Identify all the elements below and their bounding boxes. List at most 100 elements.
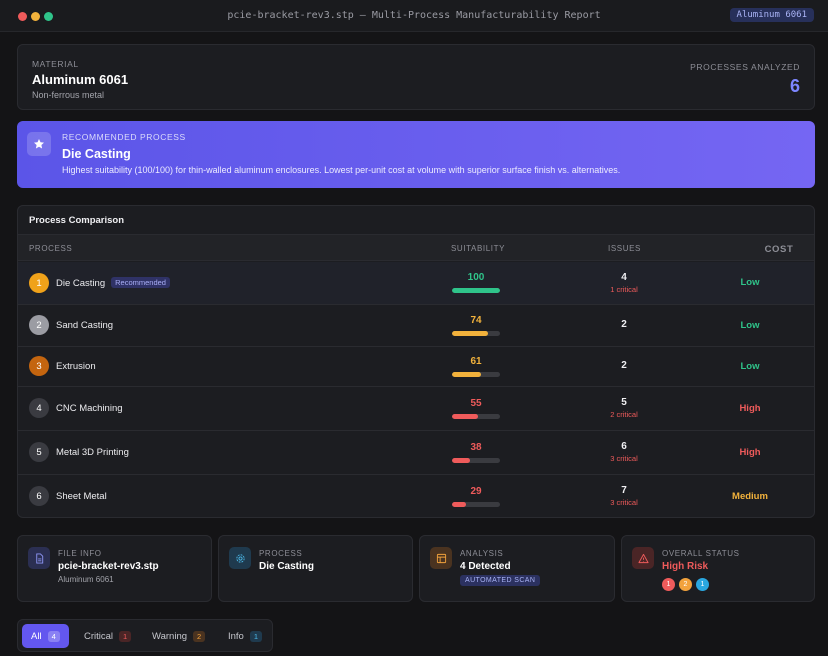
- cost-rating: Medium: [732, 491, 768, 502]
- suitability-score: 29: [470, 486, 482, 497]
- filter-tab-info[interactable]: Info 1: [219, 624, 271, 648]
- suitability-score: 38: [470, 442, 482, 453]
- analysis-card: ANALYSIS 4 Detected AUTOMATED SCAN: [419, 535, 615, 602]
- filter-label: Info: [228, 630, 244, 642]
- overall-status-label: OVERALL STATUS: [662, 549, 740, 558]
- file-name: pcie-bracket-rev3.stp: [58, 561, 159, 572]
- warning-count-dot: 2: [679, 578, 692, 591]
- rank-badge: 2: [29, 315, 49, 335]
- recommendation-card: RECOMMENDED PROCESS Die Casting Highest …: [17, 121, 815, 188]
- document-icon: [28, 547, 50, 569]
- material-name: Aluminum 6061: [32, 72, 129, 87]
- issue-count: 7: [621, 485, 627, 496]
- star-icon: [27, 132, 51, 156]
- material-card: MATERIAL Aluminum 6061 Non-ferrous metal…: [17, 44, 815, 110]
- rank-badge: 6: [29, 486, 49, 506]
- filter-count: 4: [47, 630, 60, 642]
- issue-count: 4: [621, 272, 627, 283]
- filter-count: 1: [249, 630, 263, 642]
- filter-count: 2: [193, 630, 206, 642]
- suitability-score: 55: [470, 398, 482, 409]
- suitability-bar: [452, 288, 500, 293]
- suitability-score: 100: [467, 272, 485, 283]
- filter-label: All: [31, 630, 42, 642]
- process-comparison-table: Process Comparison PROCESS SUITABILITY I…: [17, 205, 815, 518]
- filter-tab-warning[interactable]: Warning 2: [143, 624, 214, 648]
- process-name: Sheet Metal: [56, 491, 107, 502]
- rank-badge: 4: [29, 398, 49, 418]
- process-name: Metal 3D Printing: [56, 447, 129, 458]
- issue-count: 5: [621, 397, 627, 408]
- automated-scan-badge: AUTOMATED SCAN: [460, 575, 541, 586]
- process-label: PROCESS: [259, 549, 303, 558]
- gear-icon: [229, 547, 251, 569]
- material-label: MATERIAL: [32, 59, 79, 69]
- filter-count: 1: [119, 630, 132, 642]
- suitability-bar-fill: [452, 502, 466, 507]
- process-name: Extrusion: [56, 361, 96, 372]
- critical-count: 1 critical: [610, 285, 638, 294]
- issue-count: 2: [621, 319, 627, 330]
- rank-badge: 3: [29, 356, 49, 376]
- process-name: CNC Machining: [56, 403, 123, 414]
- suitability-bar: [452, 331, 500, 336]
- table-row[interactable]: 6 Sheet Metal 29 7 3 critical Medium: [18, 475, 814, 517]
- critical-count: 2 critical: [610, 410, 638, 419]
- table-row[interactable]: 2 Sand Casting 74 2 Low: [18, 305, 814, 347]
- issue-count: 6: [621, 441, 627, 452]
- processes-analyzed-count: 6: [789, 76, 800, 96]
- material-chip: Aluminum 6061: [729, 8, 814, 22]
- filter-tab-all[interactable]: All 4: [22, 624, 69, 648]
- grid-icon: [430, 547, 452, 569]
- filter-label: Critical: [84, 630, 114, 642]
- cost-rating: High: [739, 447, 761, 458]
- column-header-issues[interactable]: ISSUES: [608, 244, 641, 253]
- critical-count: 3 critical: [610, 454, 638, 463]
- suitability-bar: [452, 502, 500, 507]
- suitability-bar-fill: [452, 372, 482, 377]
- process-card: PROCESS Die Casting: [218, 535, 413, 602]
- suitability-bar-fill: [452, 458, 471, 463]
- analysis-value: 4 Detected: [460, 561, 511, 572]
- column-header-cost[interactable]: COST: [739, 244, 814, 255]
- suitability-bar: [452, 414, 500, 419]
- suitability-bar-fill: [452, 414, 479, 419]
- recommended-badge: Recommended: [111, 277, 170, 288]
- table-row[interactable]: 3 Extrusion 61 2 Low: [18, 347, 814, 387]
- cost-rating: High: [739, 403, 761, 414]
- analysis-label: ANALYSIS: [460, 549, 504, 558]
- file-info-card: FILE INFO pcie-bracket-rev3.stp Aluminum…: [17, 535, 212, 602]
- table-title: Process Comparison: [29, 215, 125, 226]
- suitability-bar: [452, 458, 500, 463]
- rank-badge: 1: [29, 273, 49, 293]
- cost-rating: Low: [740, 320, 760, 331]
- column-header-suitability[interactable]: SUITABILITY: [451, 244, 505, 253]
- cost-rating: Low: [740, 277, 760, 288]
- file-material: Aluminum 6061: [58, 575, 114, 584]
- table-row[interactable]: 5 Metal 3D Printing 38 6 3 critical High: [18, 431, 814, 475]
- suitability-score: 61: [470, 356, 482, 367]
- process-value: Die Casting: [259, 561, 315, 572]
- recommendation-description: Highest suitability (100/100) for thin-w…: [62, 165, 621, 175]
- info-count-dot: 1: [696, 578, 709, 591]
- warning-icon: [632, 547, 654, 569]
- material-category: Non-ferrous metal: [32, 90, 105, 100]
- window-title: pcie-bracket-rev3.stp — Multi-Process Ma…: [227, 10, 601, 21]
- filter-tab-critical[interactable]: Critical 1: [75, 624, 140, 648]
- process-name: Die Casting Recommended: [56, 277, 170, 289]
- suitability-bar: [452, 372, 500, 377]
- critical-count: 3 critical: [610, 498, 638, 507]
- issue-filter-bar: All 4 Critical 1 Warning 2 Info 1: [17, 619, 273, 652]
- suitability-score: 74: [470, 315, 482, 326]
- table-row[interactable]: 4 CNC Machining 55 5 2 critical High: [18, 387, 814, 431]
- suitability-bar-fill: [452, 331, 488, 336]
- critical-count-dot: 1: [662, 578, 675, 591]
- suitability-bar-fill: [452, 288, 500, 293]
- table-row[interactable]: 1 Die Casting Recommended 100 4 1 critica…: [18, 262, 814, 305]
- column-header-process[interactable]: PROCESS: [29, 244, 72, 253]
- process-name: Sand Casting: [56, 320, 114, 331]
- title-bar: pcie-bracket-rev3.stp — Multi-Process Ma…: [0, 0, 828, 32]
- processes-analyzed-label: PROCESSES ANALYZED: [690, 62, 800, 72]
- recommended-process-label: RECOMMENDED PROCESS: [62, 132, 186, 142]
- overall-status-card: OVERALL STATUS High Risk 1 2 1: [621, 535, 815, 602]
